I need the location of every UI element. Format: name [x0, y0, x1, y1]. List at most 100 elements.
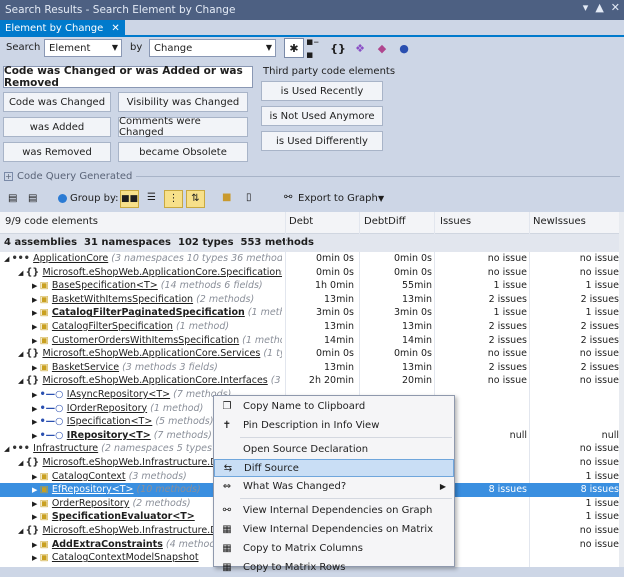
expand-arrow-icon[interactable]: ◢: [18, 269, 26, 277]
menu-copy-name[interactable]: ❐ Copy Name to Clipboard: [214, 398, 454, 416]
menu-copy-matrix-rows[interactable]: ▦ Copy to Matrix Rows: [214, 559, 454, 577]
expand-arrow-icon[interactable]: ▶: [32, 541, 40, 549]
tab-close-icon[interactable]: ✕: [111, 23, 119, 34]
asterisk-icon[interactable]: ✱: [284, 38, 304, 58]
expand-arrow-icon[interactable]: ▶: [32, 364, 40, 372]
menu-what-changed[interactable]: ⇔ What Was Changed? ▶: [214, 478, 454, 496]
code-changed-button[interactable]: Code was Changed: [3, 92, 111, 112]
group-radio-icon[interactable]: [58, 194, 67, 203]
visibility-changed-button[interactable]: Visibility was Changed: [118, 92, 248, 112]
expand-arrow-icon[interactable]: ▶: [32, 323, 40, 331]
chevron-down-icon: ▼: [265, 43, 272, 52]
code-query-generated-bar[interactable]: + Code Query Generated: [0, 168, 624, 185]
field-icon[interactable]: ▪–▪: [306, 35, 326, 61]
pin-window-icon[interactable]: ▲: [595, 1, 603, 14]
cell-new: 8 issues: [580, 484, 619, 496]
expand-arrow-icon[interactable]: ▶: [32, 500, 40, 508]
header-issues[interactable]: Issues: [440, 216, 471, 227]
table-row[interactable]: ◢ {} Microsoft.eShopWeb.ApplicationCore.…: [0, 347, 624, 361]
expand-arrow-icon[interactable]: ◢: [18, 350, 26, 358]
vertical-scrollbar[interactable]: [619, 212, 624, 567]
chevron-down-icon[interactable]: ▼: [378, 194, 384, 203]
table-row[interactable]: ▶ ▣ BaseSpecification<T> (14 methods 6 f…: [0, 279, 624, 293]
copy-icon: ❐: [222, 401, 232, 412]
group-by-list-icon[interactable]: ⋮: [164, 190, 183, 208]
expand-arrow-icon[interactable]: ▶: [32, 486, 40, 494]
table-row[interactable]: ◢ {} Microsoft.eShopWeb.ApplicationCore.…: [0, 266, 624, 280]
cell-issues: no issue: [487, 266, 527, 278]
collapse-all-icon[interactable]: ▤: [8, 193, 17, 204]
not-used-button[interactable]: is Not Used Anymore: [261, 106, 383, 126]
row-meta: (3 namespaces 10 types 36 methods: [108, 253, 282, 264]
group-by-assembly-icon[interactable]: ■■: [120, 190, 139, 208]
row-name: ◢ ••• ApplicationCore (3 namespaces 10 t…: [4, 252, 282, 267]
comments-changed-button[interactable]: Comments were Changed: [118, 116, 248, 138]
cell-issues: 1 issue: [493, 307, 527, 319]
became-obsolete-button[interactable]: became Obsolete: [118, 142, 248, 162]
group-by-tree-icon[interactable]: ☰: [142, 190, 161, 208]
expand-arrow-icon[interactable]: ▶: [32, 282, 40, 290]
tab-element-by-change[interactable]: Element by Change ✕: [0, 20, 125, 37]
close-icon[interactable]: ✕: [611, 1, 620, 14]
row-meta: (3 methods 3 fields): [119, 361, 218, 373]
header-newissues[interactable]: NewIssues: [533, 216, 586, 227]
was-removed-button[interactable]: was Removed: [3, 142, 111, 162]
table-row[interactable]: ▶ ▣ CustomerOrdersWithItemsSpecification…: [0, 334, 624, 348]
expand-arrow-icon[interactable]: ▶: [32, 296, 40, 304]
expand-arrow-icon[interactable]: ▶: [32, 391, 40, 399]
document-icon[interactable]: ▯: [246, 192, 252, 203]
used-recently-button[interactable]: is Used Recently: [261, 81, 383, 101]
table-row[interactable]: ▶ ▣ CatalogFilterPaginatedSpecification …: [0, 306, 624, 320]
element-select[interactable]: Element ▼: [44, 39, 122, 57]
menu-open-source[interactable]: Open Source Declaration: [214, 441, 454, 459]
changed-added-removed-button[interactable]: Code was Changed or was Added or was Rem…: [3, 65, 253, 89]
expand-arrow-icon[interactable]: ◢: [18, 459, 26, 467]
header-debtdiff[interactable]: DebtDiff: [364, 216, 406, 227]
assembly-icon[interactable]: ●: [394, 38, 414, 58]
export-graph-button[interactable]: Export to Graph: [298, 193, 378, 204]
table-row[interactable]: ▶ ▣ BasketService (3 methods 3 fields) 13…: [0, 361, 624, 375]
expand-arrow-icon[interactable]: ▶: [32, 432, 40, 440]
expand-arrow-icon[interactable]: ▶: [32, 418, 40, 426]
braces-icon[interactable]: {}: [328, 38, 348, 58]
menu-view-matrix[interactable]: ▦ View Internal Dependencies on Matrix: [214, 521, 454, 539]
menu-view-graph[interactable]: ⚯ View Internal Dependencies on Graph: [214, 502, 454, 520]
expand-icon[interactable]: +: [4, 172, 13, 181]
expand-arrow-icon[interactable]: ▶: [32, 309, 40, 317]
expand-arrow-icon[interactable]: ▶: [32, 554, 40, 562]
menu-diff-source[interactable]: ⇆ Diff Source: [214, 459, 454, 477]
method-icon[interactable]: ◆: [372, 38, 392, 58]
cell-debt: 0min 0s: [316, 348, 354, 360]
expand-arrow-icon[interactable]: ▶: [32, 473, 40, 481]
table-row[interactable]: ◢ ••• ApplicationCore (3 namespaces 10 t…: [0, 252, 624, 266]
expand-arrow-icon[interactable]: ▶: [32, 337, 40, 345]
folder-icon[interactable]: ■: [222, 192, 231, 203]
matrix-columns-icon: ▦: [222, 543, 232, 554]
row-name-text: AddExtraConstraints: [51, 538, 163, 550]
search-row: Search Element ▼ by Change ▼ ✱ ▪–▪ {} ❖ …: [0, 35, 624, 61]
expand-all-icon[interactable]: ▤: [28, 193, 37, 204]
expand-arrow-icon[interactable]: ◢: [4, 445, 12, 453]
used-differently-button[interactable]: is Used Differently: [261, 131, 383, 151]
type-icon[interactable]: ❖: [350, 38, 370, 58]
menu-copy-matrix-columns[interactable]: ▦ Copy to Matrix Columns: [214, 540, 454, 558]
expand-arrow-icon[interactable]: ◢: [18, 377, 26, 385]
table-row[interactable]: ▶ ▣ BasketWithItemsSpecification (2 meth…: [0, 293, 624, 307]
pin-icon[interactable]: ▾: [583, 1, 589, 14]
expand-arrow-icon[interactable]: ◢: [18, 527, 26, 535]
expand-arrow-icon[interactable]: ◢: [4, 255, 12, 263]
export-graph-icon[interactable]: ⚯: [284, 192, 292, 203]
group-by-sort-icon[interactable]: ⇅: [186, 190, 205, 208]
by-select[interactable]: Change ▼: [149, 39, 276, 57]
expand-arrow-icon[interactable]: ▶: [32, 405, 40, 413]
pin-icon: ✝: [222, 420, 232, 431]
cell-debt: 0min 0s: [316, 253, 354, 264]
third-party-label: Third party code elements: [263, 66, 396, 77]
header-debt[interactable]: Debt: [289, 216, 313, 227]
row-name-text: Microsoft.eShopWeb.Infrastructure.Dat: [42, 525, 228, 536]
menu-pin-description[interactable]: ✝ Pin Description in Info View: [214, 417, 454, 435]
table-row[interactable]: ◢ {} Microsoft.eShopWeb.ApplicationCore.…: [0, 374, 624, 388]
was-added-button[interactable]: was Added: [3, 117, 111, 137]
table-row[interactable]: ▶ ▣ CatalogFilterSpecification (1 method…: [0, 320, 624, 334]
expand-arrow-icon[interactable]: ▶: [32, 513, 40, 521]
